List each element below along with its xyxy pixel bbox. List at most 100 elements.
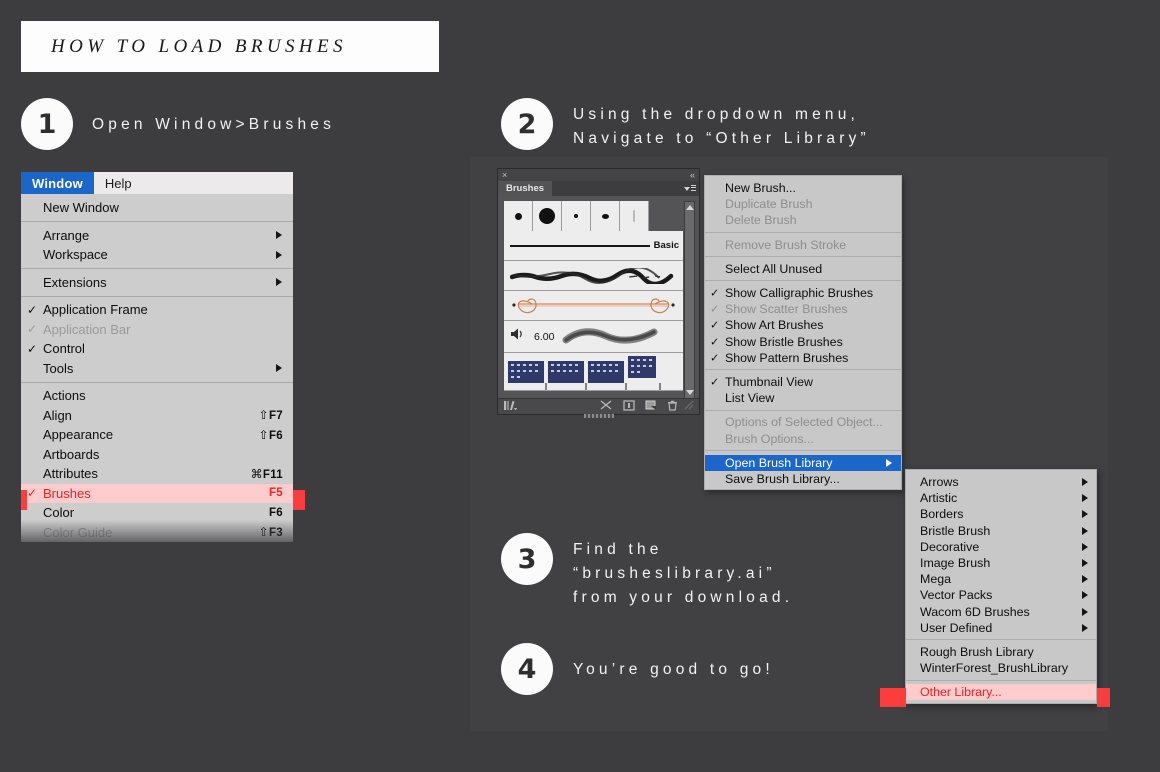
- submenu-item-rough-brush-library[interactable]: Rough Brush Library: [906, 644, 1096, 660]
- new-brush-icon[interactable]: [645, 400, 657, 414]
- menu-separator: [705, 409, 901, 411]
- close-icon[interactable]: ×: [502, 169, 507, 181]
- window-menu-item-control[interactable]: ✓ Control: [21, 339, 293, 359]
- submenu-arrow-icon: [1082, 542, 1088, 551]
- menu-bar: Window Help: [21, 172, 293, 194]
- brush-row-bristle[interactable]: 6.00: [504, 321, 683, 353]
- window-menu-item-application-frame[interactable]: ✓ Application Frame: [21, 300, 293, 320]
- context-menu-item-show-calligraphic-brushes[interactable]: ✓ Show Calligraphic Brushes: [705, 285, 901, 301]
- submenu-item-arrows[interactable]: Arrows: [906, 474, 1096, 490]
- menu-shortcut: ⌘F11: [250, 466, 283, 481]
- context-menu-item-brush-options: Brush Options...: [705, 430, 901, 446]
- menu-shortcut: F6: [268, 506, 283, 519]
- window-menu-item-extensions[interactable]: Extensions: [21, 273, 293, 293]
- window-menu-item-attributes[interactable]: Attributes ⌘F11: [21, 464, 293, 484]
- window-menu-item-color[interactable]: Color F6: [21, 503, 293, 523]
- context-menu-item-label: Options of Selected Object...: [725, 415, 883, 430]
- context-menu-item-new-brush[interactable]: New Brush...: [705, 180, 901, 196]
- submenu-item-winterforest-brushlibrary[interactable]: WinterForest_BrushLibrary: [906, 660, 1096, 676]
- submenu-item-other-library[interactable]: Other Library...: [906, 684, 1096, 701]
- panel-resize-grip[interactable]: [583, 414, 614, 418]
- brushes-panel-tabrow: Brushes: [498, 181, 699, 196]
- submenu-arrow-icon: [276, 364, 282, 373]
- window-menu-item-appearance[interactable]: Appearance ⇧F6: [21, 425, 293, 445]
- context-menu-item-list-view[interactable]: List View: [705, 390, 901, 406]
- window-menu-item-label: Color: [43, 505, 75, 521]
- step-badge-1: 1: [21, 98, 73, 150]
- window-menu-item-brushes[interactable]: ✓ Brushes F5: [21, 483, 293, 503]
- window-menu-item-workspace[interactable]: Workspace: [21, 245, 293, 265]
- brush-thumb-4[interactable]: [591, 201, 620, 231]
- submenu-item-label: Artistic: [920, 491, 958, 506]
- page-title: HOW TO LOAD BRUSHES: [51, 35, 347, 57]
- submenu-item-vector-packs[interactable]: Vector Packs: [906, 587, 1096, 603]
- submenu-item-label: Vector Packs: [920, 588, 993, 603]
- context-menu-item-show-art-brushes[interactable]: ✓ Show Art Brushes: [705, 317, 901, 333]
- window-menu-item-label: Workspace: [43, 247, 108, 263]
- library-icon[interactable]: [503, 400, 519, 414]
- window-menu-item-label: Extensions: [43, 274, 107, 290]
- brush-thumb-2[interactable]: [533, 201, 562, 231]
- checkmark-icon: ✓: [710, 287, 720, 300]
- context-menu-item-select-all-unused[interactable]: Select All Unused: [705, 261, 901, 277]
- brush-thumb-1[interactable]: [504, 201, 533, 231]
- window-menu-item-tools[interactable]: Tools: [21, 359, 293, 379]
- submenu-item-wacom-6d-brushes[interactable]: Wacom 6D Brushes: [906, 604, 1096, 620]
- brush-row-pattern[interactable]: [504, 353, 683, 391]
- context-menu-item-show-bristle-brushes[interactable]: ✓ Show Bristle Brushes: [705, 334, 901, 350]
- checkmark-icon: ✓: [710, 319, 720, 332]
- submenu-item-decorative[interactable]: Decorative: [906, 539, 1096, 555]
- window-menu-item-new-window[interactable]: New Window: [21, 198, 293, 218]
- context-menu-item-thumbnail-view[interactable]: ✓ Thumbnail View: [705, 374, 901, 390]
- window-menu-item-color-guide: Color Guide ⇧F3: [21, 523, 293, 543]
- submenu-arrow-icon: [1082, 591, 1088, 600]
- scroll-down-icon[interactable]: [685, 390, 694, 395]
- brush-row-charcoal[interactable]: [504, 261, 683, 291]
- submenu-arrow-icon: [1082, 623, 1088, 632]
- resize-grip-icon[interactable]: [684, 400, 694, 413]
- submenu-item-bristle-brush[interactable]: Bristle Brush: [906, 523, 1096, 539]
- submenu-item-mega[interactable]: Mega: [906, 571, 1096, 587]
- submenu-item-user-defined[interactable]: User Defined: [906, 620, 1096, 636]
- panel-menu-icon[interactable]: [684, 184, 696, 193]
- brushes-panel-context-menu: New Brush... Duplicate Brush Delete Brush R…: [704, 175, 902, 490]
- submenu-arrow-icon: [276, 231, 282, 240]
- window-menu-item-artboards[interactable]: Artboards: [21, 445, 293, 465]
- brush-row-basic[interactable]: Basic: [504, 231, 683, 261]
- submenu-item-label: Mega: [920, 572, 951, 587]
- context-menu-item-open-brush-library[interactable]: Open Brush Library: [705, 454, 901, 471]
- trash-icon[interactable]: [667, 400, 678, 414]
- window-menu-item-arrange[interactable]: Arrange: [21, 226, 293, 246]
- step-text-2: Using the dropdown menu, Navigate to “Ot…: [573, 106, 870, 147]
- submenu-item-label: WinterForest_BrushLibrary: [920, 661, 1069, 676]
- context-menu-item-save-brush-library[interactable]: Save Brush Library...: [705, 471, 901, 487]
- menu-separator: [705, 369, 901, 371]
- tab-brushes[interactable]: Brushes: [498, 181, 553, 196]
- brush-thumb-5[interactable]: [620, 201, 649, 231]
- submenu-item-artistic[interactable]: Artistic: [906, 490, 1096, 506]
- context-menu-item-show-pattern-brushes[interactable]: ✓ Show Pattern Brushes: [705, 350, 901, 366]
- submenu-item-image-brush[interactable]: Image Brush: [906, 555, 1096, 571]
- scroll-up-icon[interactable]: [685, 205, 694, 210]
- window-menu-item-align[interactable]: Align ⇧F7: [21, 406, 293, 426]
- menubar-item-help[interactable]: Help: [94, 172, 143, 194]
- window-menu-item-label: Attributes: [43, 466, 98, 482]
- submenu-arrow-icon: [276, 278, 282, 287]
- window-menu-item-label: Appearance: [43, 427, 114, 443]
- window-menu-item-actions[interactable]: Actions: [21, 386, 293, 406]
- brush-row-arrow[interactable]: [504, 291, 683, 321]
- collapse-icon[interactable]: «: [690, 169, 695, 181]
- menubar-item-window[interactable]: Window: [21, 172, 94, 194]
- submenu-arrow-icon: [1082, 494, 1088, 503]
- brushes-scrollbar[interactable]: [684, 201, 695, 399]
- brush-thumb-3[interactable]: [562, 201, 591, 231]
- brush-row-calligraphic[interactable]: [504, 201, 683, 231]
- step-badge-4: 4: [501, 643, 553, 695]
- scissors-icon[interactable]: [600, 399, 613, 414]
- submenu-item-borders[interactable]: Borders: [906, 506, 1096, 522]
- menu-separator: [906, 679, 1096, 681]
- options-icon[interactable]: [623, 399, 635, 414]
- submenu-item-label: Arrows: [920, 475, 959, 490]
- submenu-item-label: Decorative: [920, 539, 980, 554]
- checkmark-icon: ✓: [710, 336, 720, 349]
